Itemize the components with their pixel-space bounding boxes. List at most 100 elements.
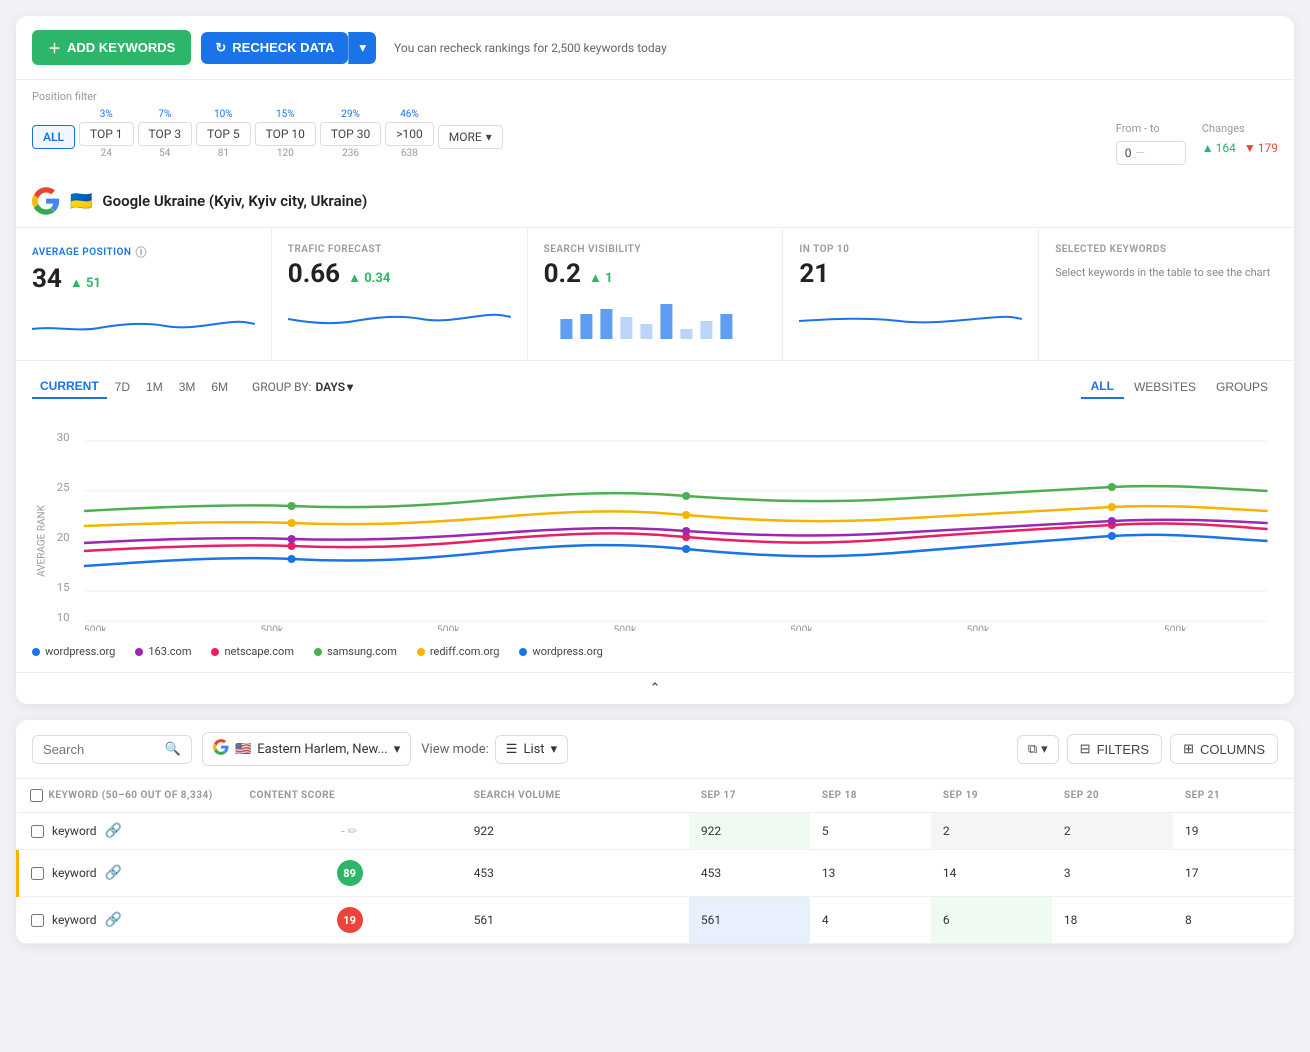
filter-tab-top3-wrap: 7% TOP 3 54 <box>138 109 193 159</box>
time-btn-1m[interactable]: 1M <box>138 376 171 398</box>
view-mode: View mode: ☰ List ▾ <box>421 735 568 764</box>
recheck-data-button[interactable]: ↻ RECHECK DATA <box>201 32 348 64</box>
recheck-dropdown-button[interactable]: ▾ <box>348 32 376 64</box>
from-to-dash: — <box>1136 146 1145 160</box>
changes-up-value: 164 <box>1216 141 1236 155</box>
keyword-text-2: keyword <box>52 866 97 880</box>
filter-tab-top1[interactable]: TOP 1 <box>79 122 134 146</box>
td-sep17-3: 561 <box>689 897 810 944</box>
legend-item-netscape: netscape.com <box>211 645 294 658</box>
sep18-value-3: 4 <box>822 913 829 927</box>
row-checkbox-1[interactable] <box>31 825 44 838</box>
td-content-score-2: 89 <box>238 850 462 897</box>
view-tab-groups[interactable]: GROUPS <box>1206 376 1278 398</box>
td-sep17-2: 453 <box>689 850 810 897</box>
location-select[interactable]: 🇺🇸 Eastern Harlem, New... ▾ <box>202 732 411 766</box>
filter-icon: ⊟ <box>1080 741 1091 757</box>
add-keywords-label: ADD KEYWORDS <box>67 40 175 55</box>
th-content-score: CONTENT SCORE <box>238 779 462 813</box>
row-checkbox-2[interactable] <box>31 867 44 880</box>
metrics-row: AVERAGE POSITION ⓘ 34 ▲ 51 TRAFIC FORECA… <box>16 228 1294 361</box>
filter-tab-top3[interactable]: TOP 3 <box>138 122 193 146</box>
traffic-mini-chart <box>288 299 511 339</box>
metric-visibility-change: ▲ 1 <box>589 270 613 286</box>
filters-button[interactable]: ⊟ FILTERS <box>1067 734 1162 764</box>
table-header-row: KEYWORD (50–60 out of 8,334) CONTENT SCO… <box>18 779 1295 813</box>
filter-tab-more[interactable]: MORE ▾ <box>438 125 503 149</box>
view-mode-value: List <box>523 742 544 757</box>
th-sep18: SEP 18 <box>810 779 931 813</box>
pencil-icon-1[interactable]: ✏ <box>348 824 358 838</box>
sep19-value-2: 14 <box>943 866 957 880</box>
view-tab-websites[interactable]: WEBSITES <box>1124 376 1206 398</box>
metric-traffic-change: ▲ 0.34 <box>348 270 390 286</box>
add-keywords-button[interactable]: ＋ ADD KEYWORDS <box>32 30 191 65</box>
legend-dot-samsung <box>314 648 322 656</box>
search-input-wrap[interactable]: 🔍 <box>32 735 192 764</box>
collapse-button[interactable]: ⌃ <box>16 672 1294 704</box>
google-header: 🇺🇦 Google Ukraine (Kyiv, Kyiv city, Ukra… <box>16 175 1294 228</box>
metric-traffic-forecast: TRAFIC FORECAST 0.66 ▲ 0.34 <box>272 228 528 360</box>
metric-in-top10: IN TOP 10 21 <box>783 228 1039 360</box>
sep21-value-2: 17 <box>1185 866 1199 880</box>
time-btn-3m[interactable]: 3M <box>171 376 204 398</box>
recheck-note: You can recheck rankings for 2,500 keywo… <box>394 41 667 55</box>
view-mode-select[interactable]: ☰ List ▾ <box>495 735 568 764</box>
td-search-volume-3: 561 <box>462 897 689 944</box>
td-keyword-1: keyword 🔗 <box>18 813 238 850</box>
select-all-checkbox[interactable] <box>30 789 43 802</box>
columns-icon: ⊞ <box>1183 741 1194 757</box>
table-actions: ⧉ ▾ ⊟ FILTERS ⊞ COLUMNS <box>1017 734 1278 764</box>
filter-tab-all[interactable]: ALL <box>32 125 75 149</box>
td-sep19-2: 14 <box>931 850 1052 897</box>
svg-text:500k: 500k <box>1164 625 1188 631</box>
info-icon[interactable]: ⓘ <box>135 244 147 260</box>
recheck-wrap: ↻ RECHECK DATA ▾ <box>201 32 376 64</box>
metric-visibility-value: 0.2 <box>544 259 581 289</box>
td-sep19-3: 6 <box>931 897 1052 944</box>
group-by-value[interactable]: DAYS ▾ <box>315 380 353 394</box>
copy-button[interactable]: ⧉ ▾ <box>1017 735 1059 764</box>
chart-legend: wordpress.org 163.com netscape.com samsu… <box>32 645 1278 658</box>
metric-selected-keywords: SELECTED KEYWORDS Select keywords in the… <box>1039 228 1294 360</box>
filter-tab-top30-wrap: 29% TOP 30 236 <box>320 109 381 159</box>
time-btn-7d[interactable]: 7D <box>107 376 138 398</box>
legend-label-wordpress2: wordpress.org <box>532 645 602 658</box>
row-checkbox-3[interactable] <box>31 914 44 927</box>
svg-text:AVERAGE RANK: AVERAGE RANK <box>36 505 47 577</box>
content-score-badge-2: 89 <box>337 860 363 886</box>
metric-average-position: AVERAGE POSITION ⓘ 34 ▲ 51 <box>16 228 272 360</box>
view-tab-all[interactable]: ALL <box>1081 375 1124 399</box>
table-card: 🔍 🇺🇸 Eastern Harlem, New... ▾ View mode:… <box>16 720 1294 944</box>
legend-label-wordpress: wordpress.org <box>45 645 115 658</box>
table-row: keyword 🔗 - ✏ 922 922 5 2 2 19 <box>18 813 1295 850</box>
from-to-input[interactable]: 0 — <box>1116 141 1186 165</box>
time-btn-6m[interactable]: 6M <box>203 376 236 398</box>
td-content-score-3: 19 <box>238 897 462 944</box>
filter-tab-top30[interactable]: TOP 30 <box>320 122 381 146</box>
filter-tab-top10[interactable]: TOP 10 <box>255 122 316 146</box>
filter-tab-top5-wrap: 10% TOP 5 81 <box>196 109 251 159</box>
svg-text:15: 15 <box>57 581 70 594</box>
filter-tab-top5[interactable]: TOP 5 <box>196 122 251 146</box>
sep21-value-1: 19 <box>1185 824 1199 838</box>
metric-top10-label: IN TOP 10 <box>799 244 1022 255</box>
link-icon-3[interactable]: 🔗 <box>105 912 122 928</box>
legend-item-samsung: samsung.com <box>314 645 397 658</box>
sep17-value-2: 453 <box>701 866 721 880</box>
chevron-down-location-icon: ▾ <box>394 742 401 757</box>
columns-button[interactable]: ⊞ COLUMNS <box>1170 734 1278 764</box>
time-btn-current[interactable]: CURRENT <box>32 375 107 399</box>
link-icon-2[interactable]: 🔗 <box>105 865 122 881</box>
copy-icon: ⧉ <box>1028 742 1037 757</box>
filter-tab-gt100[interactable]: >100 <box>385 122 434 146</box>
search-input[interactable] <box>43 742 159 757</box>
legend-label-rediff: rediff.com.org <box>430 645 500 658</box>
metric-avg-pos-change: ▲ 51 <box>70 275 101 291</box>
th-sep19: SEP 19 <box>931 779 1052 813</box>
google-mini-icon <box>213 739 229 759</box>
table-row: keyword 🔗 19 561 561 4 6 18 8 <box>18 897 1295 944</box>
refresh-icon: ↻ <box>215 40 226 56</box>
link-icon-1[interactable]: 🔗 <box>105 823 122 839</box>
td-sep20-2: 3 <box>1052 850 1173 897</box>
